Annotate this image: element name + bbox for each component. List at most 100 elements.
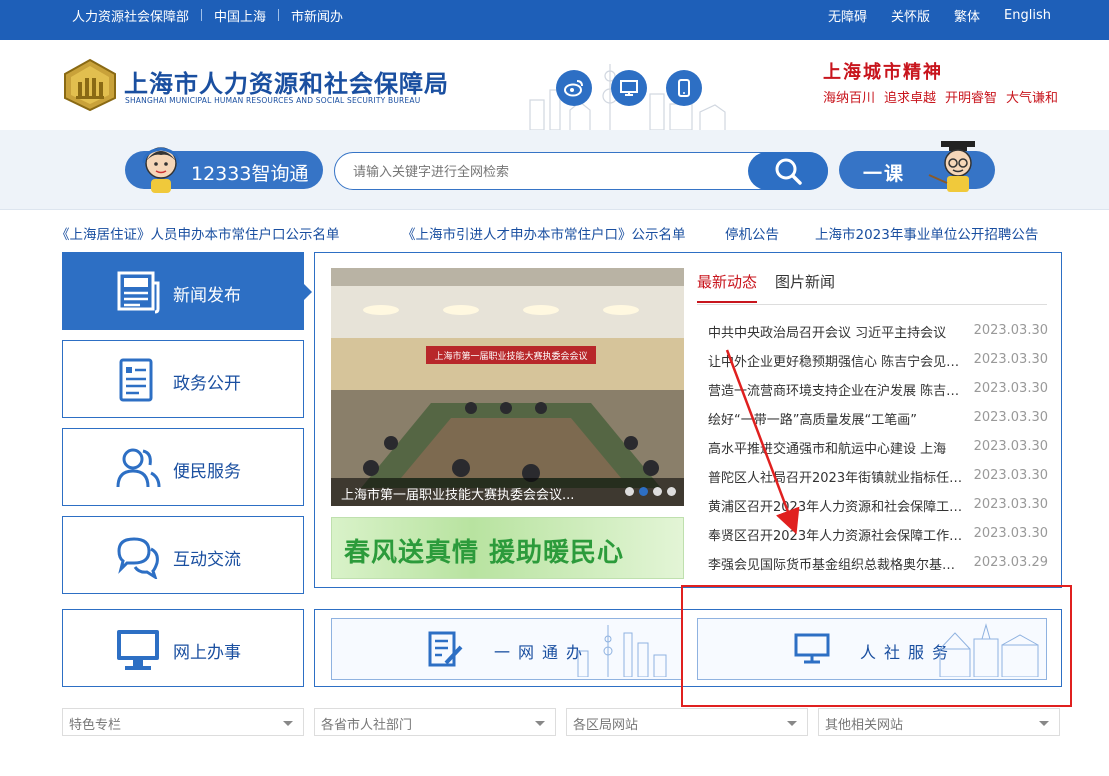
ticker-item[interactable]: 上海市2023年事业单位公开招聘公告 bbox=[815, 223, 1038, 243]
news-item[interactable]: 李强会见国际货币基金组织总裁格奥尔基耶娃 2023.03.29 bbox=[708, 551, 1048, 580]
city-spirit-list: 海纳百川 追求卓越 开明睿智 大气谦和 bbox=[823, 87, 1058, 106]
nav-citizen-services[interactable]: 便民服务 bbox=[62, 428, 304, 506]
carousel-dot[interactable] bbox=[653, 487, 662, 496]
district-sites-select[interactable]: 各区局网站 bbox=[566, 708, 808, 736]
related-links-bar: 特色专栏 各省市人社部门 各区局网站 其他相关网站 bbox=[62, 708, 1062, 736]
news-title[interactable]: 让中外企业更好稳预期强信心 陈吉宁会见外资企业代表 bbox=[708, 351, 966, 370]
news-title[interactable]: 李强会见国际货币基金组织总裁格奥尔基耶娃 bbox=[708, 554, 966, 573]
other-sites-select[interactable]: 其他相关网站 bbox=[818, 708, 1060, 736]
ticker-item[interactable]: 《上海市引进人才申办本市常住户口》公示名单 bbox=[402, 223, 686, 243]
spirit-item: 追求卓越 bbox=[884, 91, 937, 106]
mobile-phone-icon bbox=[678, 79, 690, 97]
news-date: 2023.03.29 bbox=[973, 555, 1048, 570]
carousel-dots bbox=[625, 487, 676, 496]
news-date: 2023.03.30 bbox=[973, 352, 1048, 367]
desktop-site-button[interactable] bbox=[611, 70, 647, 106]
chevron-down-icon bbox=[283, 721, 293, 726]
news-item[interactable]: 黄浦区召开2023年人力资源和社会保障工作会议 2023.03.30 bbox=[708, 493, 1048, 522]
nav-label: 网上办事 bbox=[173, 643, 241, 663]
site-subtitle: SHANGHAI MUNICIPAL HUMAN RESOURCES AND S… bbox=[125, 96, 421, 105]
news-item[interactable]: 绘好“一带一路”高质量发展“工笔画” 2023.03.30 bbox=[708, 406, 1048, 435]
news-item[interactable]: 高水平推进交通强市和航运中心建设 上海 2023.03.30 bbox=[708, 435, 1048, 464]
document-list-icon bbox=[119, 358, 153, 402]
news-title[interactable]: 高水平推进交通强市和航运中心建设 上海 bbox=[708, 438, 966, 457]
accessibility-link[interactable]: 无障碍 bbox=[828, 6, 867, 25]
carousel-dot[interactable] bbox=[625, 487, 634, 496]
top-link-mohrss[interactable]: 人力资源社会保障部 bbox=[72, 6, 189, 25]
english-link[interactable]: English bbox=[1004, 8, 1051, 23]
nav-interaction[interactable]: 互动交流 bbox=[62, 516, 304, 594]
news-title[interactable]: 普陀区人社局召开2023年街镇就业指标任务会 bbox=[708, 467, 966, 486]
chevron-down-icon bbox=[787, 721, 797, 726]
news-item[interactable]: 奉贤区召开2023年人力资源社会保障工作会议 2023.03.30 bbox=[708, 522, 1048, 551]
ticker-item[interactable]: 《上海居住证》人员申办本市常住户口公示名单 bbox=[62, 223, 340, 243]
smart-query-12333-button[interactable]: 12333智询通 bbox=[125, 147, 323, 193]
site-search-box bbox=[334, 152, 828, 190]
news-panel: 上海市第一届职业技能大赛执委会会议 上海市第一届职业技能大赛执委会会议... 春… bbox=[314, 252, 1062, 588]
chat-bubbles-icon bbox=[117, 537, 159, 579]
one-net-service-button[interactable]: 一网通办 bbox=[331, 618, 683, 680]
nav-label: 政务公开 bbox=[173, 374, 241, 394]
news-date: 2023.03.30 bbox=[973, 526, 1048, 541]
top-link-press-office[interactable]: 市新闻办 bbox=[291, 6, 343, 25]
news-title[interactable]: 黄浦区召开2023年人力资源和社会保障工作会议 bbox=[708, 496, 966, 515]
divider bbox=[278, 9, 280, 21]
chevron-down-icon bbox=[535, 721, 545, 726]
nav-online-services[interactable]: 网上办事 bbox=[62, 609, 304, 687]
care-mode-link[interactable]: 关怀版 bbox=[891, 6, 930, 25]
notice-ticker: 《上海居住证》人员申办本市常住户口公示名单 《上海市引进人才申办本市常住户口》公… bbox=[62, 222, 1062, 244]
carousel-caption-text: 上海市第一届职业技能大赛执委会会议... bbox=[341, 488, 575, 503]
news-title[interactable]: 奉贤区召开2023年人力资源社会保障工作会议 bbox=[708, 525, 966, 544]
weibo-button[interactable] bbox=[556, 70, 592, 106]
provincial-hr-select[interactable]: 各省市人社部门 bbox=[314, 708, 556, 736]
tab-photo-news[interactable]: 图片新闻 bbox=[775, 271, 835, 292]
highlight-box bbox=[681, 585, 1072, 707]
news-item[interactable]: 普陀区人社局召开2023年街镇就业指标任务会 2023.03.30 bbox=[708, 464, 1048, 493]
nav-government-affairs[interactable]: 政务公开 bbox=[62, 340, 304, 418]
news-date: 2023.03.30 bbox=[973, 439, 1048, 454]
nav-label: 互动交流 bbox=[173, 550, 241, 570]
site-search-input[interactable] bbox=[353, 162, 743, 182]
news-date: 2023.03.30 bbox=[973, 323, 1048, 338]
news-title[interactable]: 绘好“一带一路”高质量发展“工笔画” bbox=[708, 409, 966, 428]
news-item[interactable]: 让中外企业更好稳预期强信心 陈吉宁会见外资企业代表 2023.03.30 bbox=[708, 348, 1048, 377]
top-tools: 无障碍 关怀版 繁体 English bbox=[828, 0, 1051, 30]
top-bar: 人力资源社会保障部 中国上海 市新闻办 无障碍 关怀版 繁体 English bbox=[0, 0, 1109, 40]
select-value: 各区局网站 bbox=[573, 718, 639, 733]
monitor-icon bbox=[620, 80, 638, 96]
edit-document-icon bbox=[428, 631, 463, 667]
active-pointer bbox=[303, 283, 312, 301]
smart-query-label: 12333智询通 bbox=[191, 163, 309, 185]
nav-news-release[interactable]: 新闻发布 bbox=[62, 252, 312, 330]
bureau-emblem-icon[interactable] bbox=[62, 58, 118, 112]
news-date: 2023.03.30 bbox=[973, 381, 1048, 396]
news-title[interactable]: 营造一流营商环境支持企业在沪发展 陈吉宁会见 bbox=[708, 380, 966, 399]
search-button[interactable] bbox=[748, 152, 828, 190]
news-item[interactable]: 营造一流营商环境支持企业在沪发展 陈吉宁会见 2023.03.30 bbox=[708, 377, 1048, 406]
featured-columns-select[interactable]: 特色专栏 bbox=[62, 708, 304, 736]
weibo-icon bbox=[564, 80, 583, 97]
news-list: 中共中央政治局召开会议 习近平主持会议 2023.03.30 让中外企业更好稳预期… bbox=[708, 319, 1048, 580]
tab-latest-news[interactable]: 最新动态 bbox=[697, 271, 758, 303]
nav-label: 便民服务 bbox=[173, 462, 241, 482]
one-lesson-button[interactable]: 一课 bbox=[839, 141, 995, 192]
news-item[interactable]: 中共中央政治局召开会议 习近平主持会议 2023.03.30 bbox=[708, 319, 1048, 348]
spirit-item: 海纳百川 bbox=[823, 91, 876, 106]
carousel-dot[interactable] bbox=[667, 487, 676, 496]
newspaper-icon bbox=[117, 271, 160, 314]
ticker-item[interactable]: 停机公告 bbox=[725, 223, 779, 243]
one-lesson-label: 一课 bbox=[863, 163, 906, 185]
computer-monitor-icon bbox=[117, 630, 159, 670]
carousel-dot-active[interactable] bbox=[639, 487, 648, 496]
traditional-chinese-link[interactable]: 繁体 bbox=[954, 6, 980, 25]
news-title[interactable]: 中共中央政治局召开会议 习近平主持会议 bbox=[708, 322, 966, 341]
news-carousel[interactable]: 上海市第一届职业技能大赛执委会会议 上海市第一届职业技能大赛执委会会议... bbox=[331, 268, 684, 506]
top-link-china-shanghai[interactable]: 中国上海 bbox=[214, 6, 266, 25]
spirit-item: 大气谦和 bbox=[1006, 91, 1059, 106]
site-title[interactable]: 上海市人力资源和社会保障局 bbox=[124, 64, 449, 99]
mobile-site-button[interactable] bbox=[666, 70, 702, 106]
chevron-down-icon bbox=[1039, 721, 1049, 726]
city-skyline-icon bbox=[577, 625, 667, 677]
promo-banner[interactable]: 春风送真情 援助暖民心 bbox=[331, 517, 684, 579]
customer-service-avatar-icon bbox=[142, 147, 180, 193]
